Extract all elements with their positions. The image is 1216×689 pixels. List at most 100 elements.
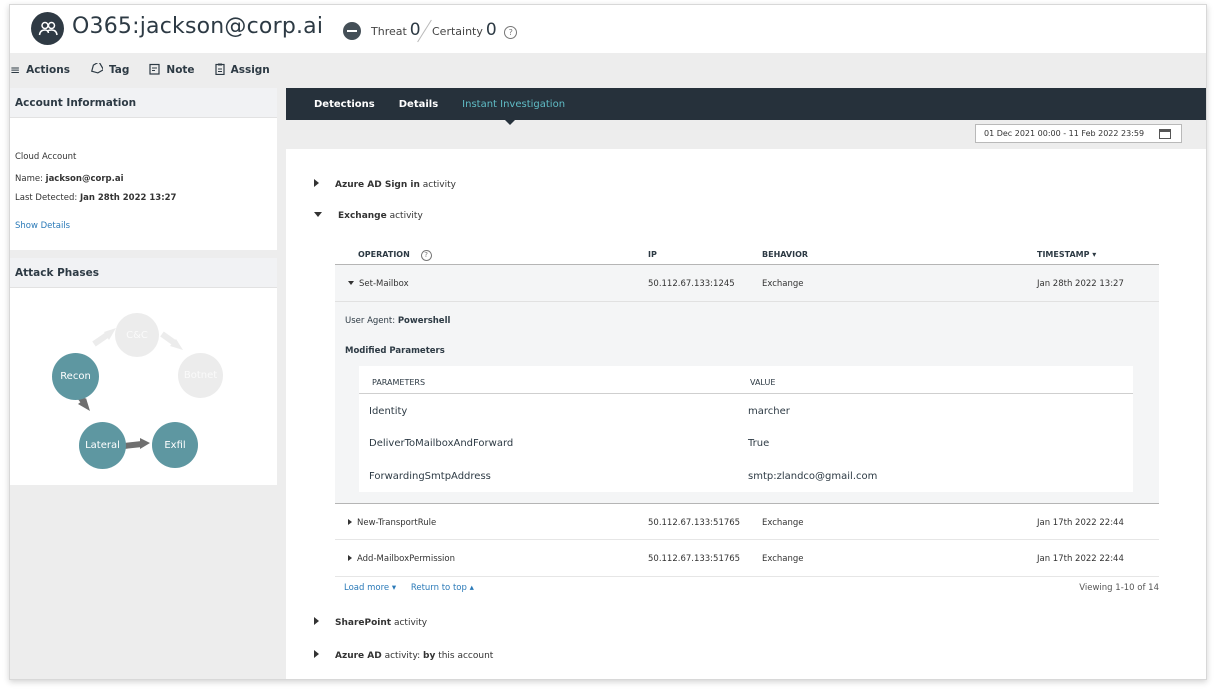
actions-button[interactable]: ≡ Actions xyxy=(10,63,70,77)
phase-lateral: Lateral xyxy=(79,422,126,469)
certainty-score: Certainty0 ? xyxy=(432,20,517,40)
tab-bar: Detections Details Instant Investigation xyxy=(286,88,1207,120)
account-group-icon xyxy=(31,12,64,45)
row-timestamp: Jan 17th 2022 22:44 xyxy=(1037,554,1124,564)
row-behavior: Exchange xyxy=(762,554,804,564)
param-value: marcher xyxy=(748,406,790,417)
section-azure-ad[interactable]: Azure AD activity: by this account xyxy=(314,650,493,661)
row-behavior: Exchange xyxy=(762,279,804,289)
param-value: True xyxy=(748,438,769,449)
row-ip: 50.112.67.133:1245 xyxy=(648,279,735,289)
section-exchange[interactable]: Exchange activity xyxy=(314,211,423,221)
investigation-content: Azure AD Sign in activity Exchange activ… xyxy=(286,149,1207,680)
tag-label: Tag xyxy=(109,64,129,76)
sort-desc-icon: ▾ xyxy=(1092,250,1096,259)
show-details-link[interactable]: Show Details xyxy=(15,221,70,231)
last-detected-value: Jan 28th 2022 13:27 xyxy=(80,193,176,203)
note-button[interactable]: Note xyxy=(149,63,194,78)
col-ip[interactable]: IP xyxy=(648,250,657,259)
attack-phases-heading: Attack Phases xyxy=(10,258,277,288)
row-operation: Set-Mailbox xyxy=(348,279,409,289)
page-title: O365:jackson@corp.ai xyxy=(72,14,323,39)
certainty-value: 0 xyxy=(486,20,497,40)
row-timestamp: Jan 17th 2022 22:44 xyxy=(1037,518,1124,528)
account-info-panel: Account Information Cloud Account Name: … xyxy=(10,88,277,250)
divider xyxy=(359,393,1133,394)
account-name: Name: jackson@corp.ai xyxy=(15,174,123,184)
expanded-row: Set-Mailbox 50.112.67.133:1245 Exchange … xyxy=(335,265,1159,503)
app-window: O365:jackson@corp.ai Threat0 Certainty0 … xyxy=(9,4,1207,680)
collapse-icon xyxy=(348,281,354,285)
actions-bar: ≡ Actions Tag Note Assign xyxy=(10,59,290,81)
table-header: OPERATION ? IP BEHAVIOR TIMESTAMP ▾ xyxy=(335,250,1159,262)
assign-label: Assign xyxy=(231,64,270,76)
assign-button[interactable]: Assign xyxy=(215,63,270,78)
param-name: Identity xyxy=(369,406,407,417)
row-operation: New-TransportRule xyxy=(348,518,436,528)
param-name: DeliverToMailboxAndForward xyxy=(369,438,513,449)
date-range-value: 01 Dec 2021 00:00 - 11 Feb 2022 23:59 xyxy=(984,129,1144,138)
col-value: VALUE xyxy=(750,378,775,387)
note-label: Note xyxy=(166,64,194,76)
section-azure-signin[interactable]: Azure AD Sign in activity xyxy=(314,179,456,190)
parameters-table: PARAMETERS VALUE Identity marcher Delive… xyxy=(359,366,1133,492)
tab-details[interactable]: Details xyxy=(399,99,438,110)
table-footer: Load more ▾ Return to top ▴ xyxy=(344,583,474,593)
help-icon[interactable]: ? xyxy=(504,26,517,39)
phase-cnc: C&C xyxy=(115,313,159,357)
pagination-status: Viewing 1-10 of 14 xyxy=(1079,583,1159,593)
divider xyxy=(335,576,1159,577)
phase-exfil: Exfil xyxy=(152,422,198,468)
expand-icon xyxy=(314,179,319,187)
divider xyxy=(335,301,1159,302)
chevron-down-icon: ▾ xyxy=(392,583,396,593)
row-timestamp: Jan 28th 2022 13:27 xyxy=(1037,279,1124,289)
modified-parameters-heading: Modified Parameters xyxy=(345,346,445,356)
expand-icon xyxy=(348,519,352,525)
page-header: O365:jackson@corp.ai Threat0 Certainty0 … xyxy=(10,5,1207,53)
calendar-icon xyxy=(1159,129,1171,139)
tag-button[interactable]: Tag xyxy=(90,63,129,77)
load-more-link[interactable]: Load more ▾ xyxy=(344,583,396,593)
tag-icon xyxy=(90,63,103,77)
menu-icon: ≡ xyxy=(10,63,20,77)
collapse-icon xyxy=(314,212,322,217)
divider xyxy=(335,503,1159,504)
note-icon xyxy=(149,63,160,78)
expand-icon xyxy=(314,617,319,625)
phase-botnet: Botnet xyxy=(178,353,223,398)
phase-recon: Recon xyxy=(52,353,99,400)
tab-instant-investigation[interactable]: Instant Investigation xyxy=(462,99,565,110)
col-behavior[interactable]: BEHAVIOR xyxy=(762,250,808,259)
user-agent-value: Powershell xyxy=(398,316,451,326)
help-icon[interactable]: ? xyxy=(421,250,432,261)
certainty-label: Certainty xyxy=(432,25,483,38)
attack-phases-panel: Attack Phases C&C Botnet Recon Lateral E… xyxy=(10,258,277,485)
return-to-top-link[interactable]: Return to top ▴ xyxy=(411,583,474,593)
row-ip: 50.112.67.133:51765 xyxy=(648,554,740,564)
col-parameters: PARAMETERS xyxy=(372,378,425,387)
divider xyxy=(335,539,1159,540)
row-ip: 50.112.67.133:51765 xyxy=(648,518,740,528)
param-value: smtp:zlandco@gmail.com xyxy=(748,471,877,482)
col-timestamp[interactable]: TIMESTAMP ▾ xyxy=(1037,250,1096,259)
col-operation[interactable]: OPERATION ? xyxy=(358,250,432,261)
minus-circle-icon xyxy=(343,22,361,40)
row-operation: Add-MailboxPermission xyxy=(348,554,455,564)
row-behavior: Exchange xyxy=(762,518,804,528)
assign-icon xyxy=(215,63,225,78)
expand-icon xyxy=(314,650,319,658)
last-detected: Last Detected: Jan 28th 2022 13:27 xyxy=(15,193,176,203)
account-name-value: jackson@corp.ai xyxy=(46,174,124,184)
user-agent: User Agent: Powershell xyxy=(345,316,450,326)
threat-label: Threat xyxy=(371,25,407,38)
account-type: Cloud Account xyxy=(15,152,76,162)
tab-detections[interactable]: Detections xyxy=(314,99,375,110)
chevron-up-icon: ▴ xyxy=(470,583,474,593)
expand-icon xyxy=(348,555,352,561)
section-sharepoint[interactable]: SharePoint activity xyxy=(314,617,427,628)
actions-label: Actions xyxy=(26,64,70,76)
date-range-picker[interactable]: 01 Dec 2021 00:00 - 11 Feb 2022 23:59 xyxy=(975,124,1182,143)
param-name: ForwardingSmtpAddress xyxy=(369,471,491,482)
threat-score: Threat0 xyxy=(371,20,421,40)
